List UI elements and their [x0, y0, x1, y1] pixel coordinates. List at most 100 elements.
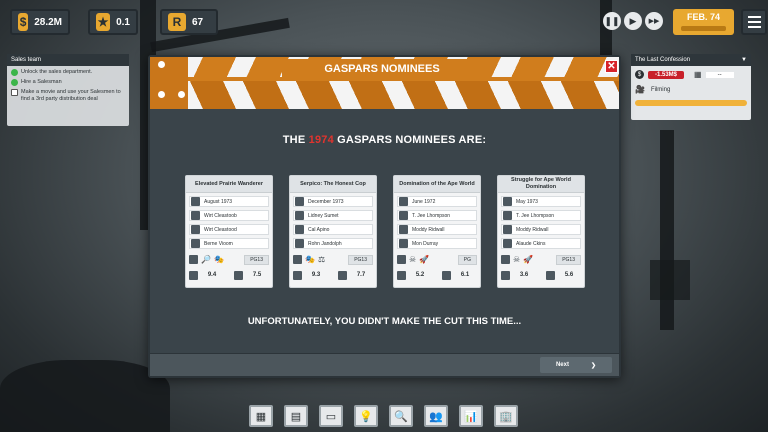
check-icon — [11, 79, 18, 87]
release-date: May 1973 — [516, 198, 538, 205]
movie-status-row: 🎥 Filming — [631, 83, 751, 96]
director-name: Wirt Cleastoob — [204, 212, 237, 219]
nominee-card[interactable]: Serpico: The Honest Cop December 1973 Li… — [289, 175, 377, 288]
heading-prefix: THE — [282, 134, 306, 146]
staff-icon[interactable]: 👥 — [424, 405, 448, 427]
clapper-stripes-bottom — [150, 81, 619, 109]
score-row: 9.4 7.5 — [189, 269, 269, 281]
nominee-card[interactable]: Domination of the Ape World June 1972 T.… — [393, 175, 481, 288]
age-rating: PG13 — [556, 254, 581, 265]
nominee-card[interactable]: Elevated Prairie Wanderer August 1973 Wi… — [185, 175, 273, 288]
research-value: 67 — [192, 16, 204, 28]
star-name: Berne Vioom — [204, 240, 233, 247]
nominees-heading: THE 1974 GASPARS NOMINEES ARE: — [150, 134, 619, 146]
studio-icon[interactable]: ▦ — [249, 405, 273, 427]
audience-score: 6.1 — [460, 272, 470, 278]
check-icon — [11, 69, 18, 76]
bottom-toolbar: ▦ ▤ ▭ 💡 🔍 👥 📊 🏢 — [249, 405, 518, 427]
calendar-icon — [295, 197, 304, 206]
age-rating: PG13 — [244, 254, 269, 265]
star-name: Alaude Ckins — [516, 240, 546, 247]
critic-score: 9.4 — [207, 272, 217, 278]
scripts-icon[interactable]: ▤ — [284, 405, 308, 427]
audience-score: 7.7 — [356, 272, 366, 278]
dialog-title: GASPARS NOMINEES — [282, 59, 482, 79]
genre-icon — [189, 255, 198, 264]
lightbulb-icon[interactable]: 💡 — [354, 405, 378, 427]
fame-display: ★ 0.1 — [88, 9, 138, 35]
result-message: UNFORTUNATELY, YOU DIDN'T MAKE THE CUT T… — [247, 316, 522, 327]
objectives-panel: Sales team Unlock the sales department. … — [7, 54, 129, 126]
actor-icon — [295, 239, 304, 248]
current-movie-panel[interactable]: The Last Confession ▼ $ -1.53M$ ▦ -- 🎥 F… — [631, 54, 751, 120]
critic-score-icon — [501, 270, 510, 280]
director-name: T. Jee Lhompson — [516, 212, 555, 219]
research-icon: R — [168, 13, 186, 31]
genre-crime-icon: ⚖ — [317, 255, 326, 264]
actor-icon — [191, 239, 200, 248]
pause-button[interactable]: ❚❚ — [603, 12, 621, 30]
audience-score-icon — [338, 270, 347, 280]
age-rating: PG — [457, 254, 477, 265]
play-button[interactable]: ▶ — [624, 12, 642, 30]
hinge-dot — [158, 91, 165, 98]
director-icon — [399, 211, 408, 220]
cinema-icon[interactable]: ▭ — [319, 405, 343, 427]
release-date-row: August 1973 — [189, 196, 269, 207]
fast-forward-button[interactable]: ▶▶ — [645, 12, 663, 30]
genre-icon — [397, 255, 406, 264]
writer-icon — [295, 225, 304, 234]
calendar-icon — [399, 197, 408, 206]
director-row: T. Jee Lhompson — [501, 210, 581, 221]
score-row: 3.6 5.6 — [501, 269, 581, 281]
objective-item: Unlock the sales department. — [7, 66, 129, 76]
release-date: August 1973 — [204, 198, 233, 205]
audience-score: 7.5 — [252, 272, 262, 278]
objective-item: Hire a Salesman — [7, 76, 129, 87]
statistics-icon[interactable]: 📊 — [459, 405, 483, 427]
collapse-arrow-icon[interactable]: ▼ — [741, 57, 747, 63]
objectives-title: Sales team — [7, 54, 129, 66]
age-rating: PG13 — [348, 254, 373, 265]
release-date-placeholder: -- — [705, 71, 734, 78]
writer-icon — [503, 225, 512, 234]
director-row: Wirt Cleastoob — [189, 210, 269, 221]
calendar-icon — [503, 197, 512, 206]
money-display: $ 28.2M — [10, 9, 70, 35]
dollar-icon: $ — [18, 13, 29, 31]
writer-row: Cal Apino — [293, 224, 373, 235]
genre-row: 🎭 ⚖ PG13 — [293, 254, 373, 265]
nominee-card[interactable]: Struggle for Ape World Domination May 19… — [497, 175, 585, 288]
main-menu-button[interactable] — [741, 9, 767, 35]
score-row: 5.2 6.1 — [397, 269, 477, 281]
research-display: R 67 — [160, 9, 218, 35]
writer-row: Wirt Cleastood — [189, 224, 269, 235]
nominee-title: Struggle for Ape World Domination — [498, 176, 584, 193]
objective-label: Unlock the sales department. — [21, 69, 93, 75]
genre-scifi-icon: 🚀 — [523, 255, 534, 264]
writer-name: Moddy Ridwall — [516, 226, 549, 233]
critic-score-icon — [189, 270, 198, 280]
menu-line-icon — [747, 21, 761, 23]
actor-icon — [503, 239, 512, 248]
actor-icon — [399, 239, 408, 248]
dollar-icon: $ — [635, 70, 644, 79]
nominee-title: Serpico: The Honest Cop — [290, 176, 376, 193]
genre-icon — [293, 255, 302, 264]
nominee-title: Domination of the Ape World — [394, 176, 480, 193]
checkbox-icon — [11, 89, 18, 97]
search-icon[interactable]: 🔍 — [389, 405, 413, 427]
buildings-icon[interactable]: 🏢 — [494, 405, 518, 427]
release-date-row: June 1972 — [397, 196, 477, 207]
month-progress-bar — [681, 26, 726, 31]
next-button[interactable]: Next ❯ — [540, 357, 612, 373]
critic-score-icon — [397, 270, 406, 280]
close-button[interactable]: ✕ — [605, 60, 618, 73]
clapper-hinge — [150, 57, 188, 109]
director-icon — [295, 211, 304, 220]
calendar-icon — [191, 197, 200, 206]
audience-score-icon — [234, 270, 243, 280]
director-name: Lidney Sumet — [308, 212, 339, 219]
hinge-dot — [158, 61, 165, 68]
objective-label: Make a movie and use your Salesmen to fi… — [21, 89, 121, 103]
